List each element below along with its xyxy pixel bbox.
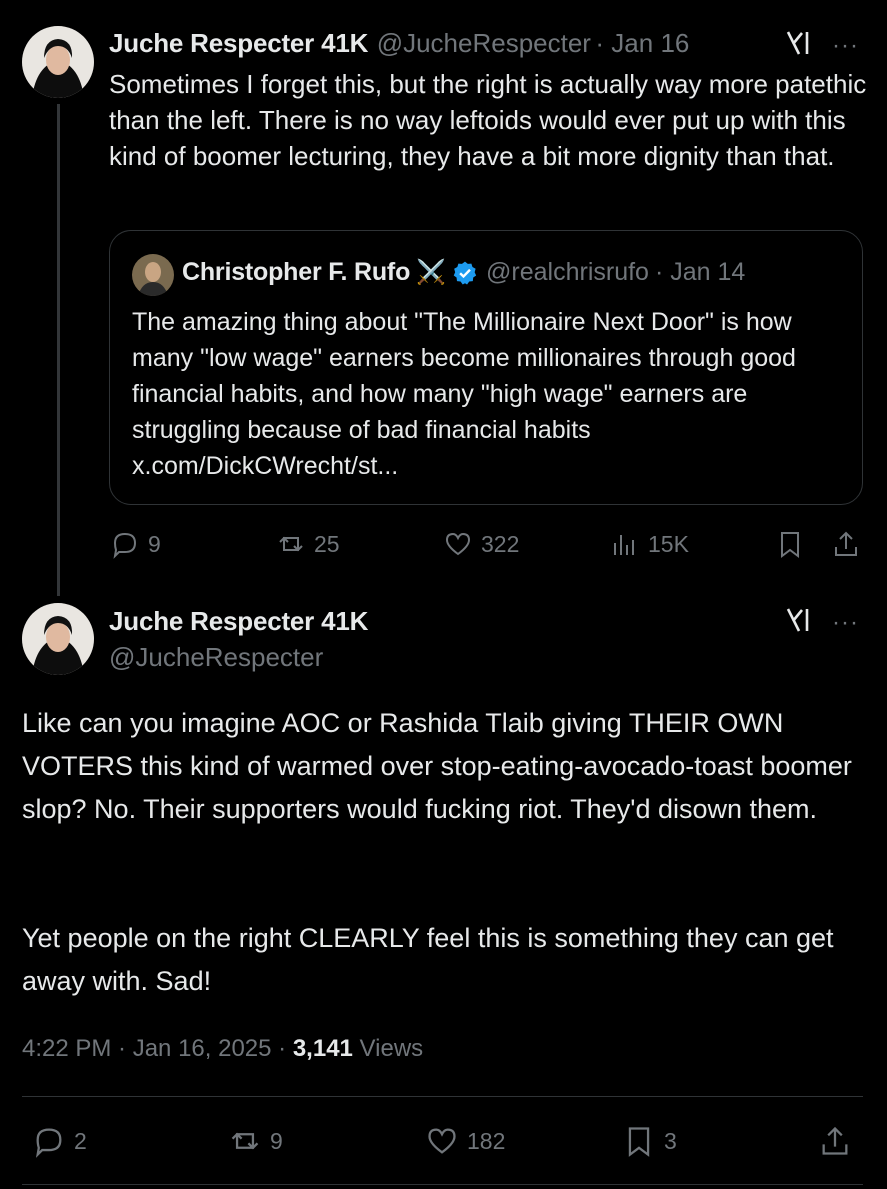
repost-icon <box>279 536 303 552</box>
avatar[interactable] <box>22 603 94 675</box>
heart-icon <box>428 1128 456 1154</box>
tweet2-paragraph-1: Like can you imagine AOC or Rashida Tlai… <box>22 708 852 824</box>
more-options-icon[interactable]: ··· <box>832 611 859 635</box>
share-button[interactable] <box>818 1124 852 1158</box>
bookmark-icon <box>781 532 799 558</box>
quote-header: Christopher F. Rufo ⚔️ @realchrisrufo · … <box>182 258 745 287</box>
quote-link[interactable]: x.com/DickCWrecht/st... <box>132 448 398 484</box>
share-icon <box>822 1126 848 1155</box>
reply-button[interactable]: 9 <box>110 529 161 559</box>
quote-avatar[interactable] <box>132 254 174 296</box>
quote-text: The amazing thing about "The Millionaire… <box>132 308 796 444</box>
divider <box>22 1184 863 1185</box>
grok-icon[interactable] <box>783 28 813 63</box>
repost-count: 25 <box>314 530 340 557</box>
tweet-date[interactable]: · Jan 16 <box>595 28 689 58</box>
tweet1-text: Sometimes I forget this, but the right i… <box>109 69 867 171</box>
verified-badge-icon <box>452 260 478 286</box>
quote-author-name[interactable]: Christopher F. Rufo <box>182 258 410 287</box>
more-options-icon[interactable]: ··· <box>832 34 859 58</box>
repost-icon <box>231 1132 259 1150</box>
views-button[interactable]: 15K <box>610 529 689 559</box>
reply-count: 2 <box>74 1127 87 1154</box>
quote-date[interactable]: · Jan 14 <box>655 258 745 287</box>
reply-icon <box>113 532 137 559</box>
like-button[interactable]: 322 <box>443 529 519 559</box>
avatar-image <box>22 26 94 98</box>
divider <box>22 1096 863 1097</box>
reply-button[interactable]: 2 <box>32 1124 87 1158</box>
quote-author-handle[interactable]: @realchrisrufo <box>486 258 649 287</box>
repost-button[interactable]: 9 <box>228 1124 283 1158</box>
quoted-tweet-card[interactable]: Christopher F. Rufo ⚔️ @realchrisrufo · … <box>109 230 863 505</box>
views-count: 15K <box>648 530 689 557</box>
tweet-metadata: 4:22 PM · Jan 16, 2025 · 3,141 Views <box>22 1035 423 1063</box>
like-count: 322 <box>481 530 520 557</box>
repost-button[interactable]: 25 <box>276 529 340 559</box>
avatar-image <box>22 603 94 675</box>
author-name[interactable]: Juche Respecter 41K <box>109 606 368 637</box>
reply-icon <box>35 1128 62 1158</box>
author-handle[interactable]: @JucheRespecter <box>377 28 591 58</box>
repost-count: 9 <box>270 1127 283 1154</box>
analytics-icon <box>614 535 634 555</box>
heart-icon <box>445 532 471 556</box>
bookmark-count: 3 <box>664 1127 677 1154</box>
timestamp[interactable]: 4:22 PM · Jan 16, 2025 · <box>22 1035 293 1062</box>
like-count: 182 <box>467 1127 506 1154</box>
affiliation-badge-icon: ⚔️ <box>416 259 447 286</box>
author-handle[interactable]: @JucheRespecter <box>109 642 323 673</box>
avatar[interactable] <box>22 26 94 98</box>
thread-connector <box>57 104 60 596</box>
tweet1-header: Juche Respecter 41K @JucheRespecter · Ja… <box>109 28 689 59</box>
share-button[interactable] <box>831 529 861 559</box>
bookmark-button[interactable] <box>775 529 805 559</box>
like-button[interactable]: 182 <box>425 1124 505 1158</box>
bookmark-button[interactable]: 3 <box>622 1124 677 1158</box>
share-icon <box>835 531 857 556</box>
views-count: 3,141 <box>292 1035 353 1062</box>
author-name[interactable]: Juche Respecter 41K <box>109 28 368 58</box>
grok-icon[interactable] <box>783 605 813 640</box>
bookmark-icon <box>628 1127 650 1157</box>
views-label: Views <box>352 1035 424 1062</box>
tweet2-paragraph-2: Yet people on the right CLEARLY feel thi… <box>22 923 834 996</box>
reply-count: 9 <box>148 530 161 557</box>
